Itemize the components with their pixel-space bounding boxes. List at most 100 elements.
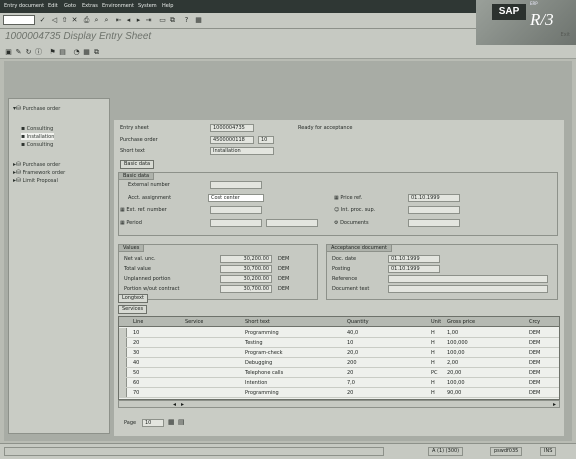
next-page-icon[interactable]: ▸: [134, 15, 143, 25]
row-selector[interactable]: [119, 368, 127, 377]
period-to-field[interactable]: [266, 219, 318, 227]
cell-currency[interactable]: DEM: [529, 340, 540, 346]
value-row-amount[interactable]: 30,700.00: [220, 285, 272, 293]
price-ref-field[interactable]: 01.10.1999: [408, 194, 460, 202]
last-page-icon[interactable]: ⇥: [144, 15, 153, 25]
cell-gross-price[interactable]: 100,00: [447, 350, 465, 356]
col-quantity[interactable]: Quantity: [347, 319, 369, 325]
first-page-icon[interactable]: ⇤: [114, 15, 123, 25]
check-icon[interactable]: ✓: [38, 15, 47, 25]
tree-item-consulting[interactable]: ▪ Consulting: [21, 125, 53, 132]
cell-short-text[interactable]: Telephone calls: [245, 370, 283, 376]
page-select-icon[interactable]: ▤: [178, 418, 185, 426]
prev-page-icon[interactable]: ◂: [124, 15, 133, 25]
cell-short-text[interactable]: Testing: [245, 340, 263, 346]
doc-icon[interactable]: ▤: [58, 47, 67, 57]
find-next-icon[interactable]: ⌕: [102, 15, 111, 25]
find-icon[interactable]: ⌕: [92, 15, 101, 25]
cell-short-text[interactable]: Program-check: [245, 350, 283, 356]
info-icon[interactable]: ⓘ: [34, 47, 43, 57]
cell-gross-price[interactable]: 1,00: [447, 330, 458, 336]
scroll-right-icon[interactable]: ▸: [181, 401, 184, 408]
cell-unit[interactable]: H: [431, 360, 435, 366]
cell-gross-price[interactable]: 20,00: [447, 370, 461, 376]
row-selector[interactable]: [119, 328, 127, 337]
cell-short-text[interactable]: Programming: [245, 390, 279, 396]
table-row[interactable]: 70 Programming 20 H 90,00 DEM: [119, 388, 559, 398]
col-short-text[interactable]: Short text: [245, 319, 270, 325]
table-row[interactable]: 60 Intention 7,0 H 100,00 DEM: [119, 378, 559, 388]
tree-node-purchase-order[interactable]: ▸⛁ Purchase order: [13, 161, 60, 168]
row-selector[interactable]: [119, 338, 127, 347]
cell-line[interactable]: 30: [133, 350, 139, 356]
period-from-field[interactable]: [210, 219, 262, 227]
col-currency[interactable]: Crcy: [529, 319, 540, 325]
col-gross-price[interactable]: Gross price: [447, 319, 475, 325]
ext-ref-field[interactable]: [210, 206, 262, 214]
cell-quantity[interactable]: 10: [347, 340, 353, 346]
row-selector[interactable]: [119, 358, 127, 367]
create-session-icon[interactable]: ▭: [158, 15, 167, 25]
cell-short-text[interactable]: Programming: [245, 330, 279, 336]
cell-quantity[interactable]: 20: [347, 390, 353, 396]
acceptance-row-field[interactable]: 01.10.1999: [388, 255, 440, 263]
table-row[interactable]: 50 Telephone calls 20 PC 20,00 DEM: [119, 368, 559, 378]
documents-field[interactable]: [408, 219, 460, 227]
cell-line[interactable]: 70: [133, 390, 139, 396]
page-grid-icon[interactable]: ▦: [168, 418, 175, 426]
menu-edit[interactable]: Edit: [48, 3, 58, 9]
menu-help[interactable]: Help: [162, 3, 173, 9]
table-hscrollbar[interactable]: ◂ ▸ ▸: [118, 400, 560, 408]
tree-root[interactable]: ▾⛁ Purchase order: [13, 105, 60, 112]
cell-line[interactable]: 50: [133, 370, 139, 376]
table-row[interactable]: 10 Programming 40,0 H 1,00 DEM: [119, 328, 559, 338]
cell-quantity[interactable]: 7,0: [347, 380, 355, 386]
exit-icon[interactable]: ⇧: [60, 15, 69, 25]
acceptance-row-field[interactable]: 01.10.1999: [388, 265, 440, 273]
tree-item-consulting-2[interactable]: ▪ Consulting: [21, 141, 53, 148]
cell-quantity[interactable]: 200: [347, 360, 357, 366]
value-row-amount[interactable]: 30,700.00: [220, 265, 272, 273]
cell-line[interactable]: 10: [133, 330, 139, 336]
table-row[interactable]: 30 Program-check 20,0 H 100,00 DEM: [119, 348, 559, 358]
menu-environment[interactable]: Environment: [102, 3, 134, 9]
help-icon[interactable]: ?: [182, 15, 191, 25]
value-row-amount[interactable]: 30,200.00: [220, 275, 272, 283]
cell-currency[interactable]: DEM: [529, 330, 540, 336]
cell-quantity[interactable]: 20,0: [347, 350, 358, 356]
value-row-amount[interactable]: 30,200.00: [220, 255, 272, 263]
history-icon[interactable]: ◔: [72, 47, 81, 57]
command-field[interactable]: [3, 15, 35, 25]
other-sheet-icon[interactable]: ▣: [4, 47, 13, 57]
copy-icon[interactable]: ⧉: [92, 47, 101, 57]
cell-gross-price[interactable]: 2,00: [447, 360, 458, 366]
longtext-button[interactable]: Longtext: [118, 294, 148, 303]
cell-quantity[interactable]: 40,0: [347, 330, 358, 336]
accept-icon[interactable]: ⚑: [48, 47, 57, 57]
acceptance-row-field[interactable]: [388, 275, 548, 283]
acct-assignment-select[interactable]: Cost center: [208, 194, 264, 202]
menu-entry-document[interactable]: Entry document: [4, 3, 44, 9]
page-field[interactable]: 10: [142, 419, 164, 427]
po-field[interactable]: 4500000118: [210, 136, 254, 144]
ext-number-field[interactable]: [210, 181, 262, 189]
cell-short-text[interactable]: Intention: [245, 380, 267, 386]
col-line[interactable]: Line: [133, 319, 143, 325]
cell-currency[interactable]: DEM: [529, 360, 540, 366]
tree-node-limit-proposal[interactable]: ▸⛁ Limit Proposal: [13, 177, 58, 184]
short-text-field[interactable]: Installation: [210, 147, 274, 155]
person-field[interactable]: [408, 206, 460, 214]
display-change-icon[interactable]: ✎: [14, 47, 23, 57]
cell-gross-price[interactable]: 90,00: [447, 390, 461, 396]
po-item-field[interactable]: 10: [258, 136, 274, 144]
exit-link[interactable]: Exit: [561, 32, 570, 38]
cell-unit[interactable]: H: [431, 350, 435, 356]
scroll-left-icon[interactable]: ◂: [173, 401, 176, 408]
cell-gross-price[interactable]: 100,00: [447, 380, 465, 386]
cell-unit[interactable]: H: [431, 390, 435, 396]
cell-unit[interactable]: H: [431, 330, 435, 336]
tree-item-installation[interactable]: ▪ Installation: [21, 133, 55, 140]
cell-currency[interactable]: DEM: [529, 350, 540, 356]
table-icon[interactable]: ▦: [82, 47, 91, 57]
menu-goto[interactable]: Goto: [64, 3, 76, 9]
